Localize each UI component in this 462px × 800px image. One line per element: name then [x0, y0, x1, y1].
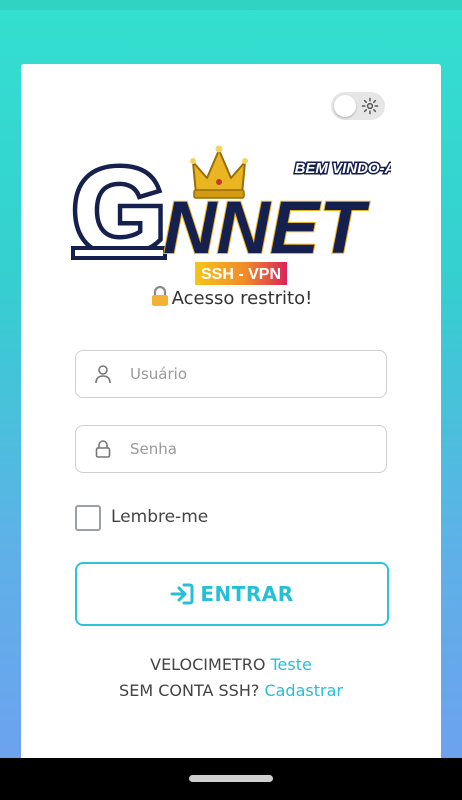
toggle-knob [334, 95, 356, 117]
login-card: BEM VINDO-A G NNET SSH - VPN Acesso rest… [21, 64, 441, 764]
user-icon [95, 365, 111, 384]
lock-icon [95, 440, 111, 458]
home-gesture-handle[interactable] [189, 775, 273, 782]
theme-toggle[interactable] [331, 92, 385, 120]
enter-label: ENTRAR [200, 582, 294, 606]
status-bar [0, 0, 462, 10]
speedtest-prefix: VELOCIMETRO [150, 655, 266, 674]
password-input[interactable] [128, 426, 372, 472]
username-input[interactable] [128, 351, 372, 397]
enter-button[interactable]: ENTRAR [75, 562, 389, 626]
restricted-notice: Acesso restrito! [21, 286, 441, 309]
username-field[interactable] [75, 350, 387, 398]
speedtest-link[interactable]: Teste [271, 655, 312, 674]
login-arrow-icon [170, 583, 194, 605]
signup-link[interactable]: Cadastrar [264, 681, 343, 700]
restricted-text: Acesso restrito! [171, 288, 313, 309]
signup-prefix: SEM CONTA SSH? [119, 681, 260, 700]
system-nav-bar [0, 758, 462, 800]
crown-icon [190, 145, 248, 199]
signup-line: SEM CONTA SSH? Cadastrar [21, 681, 441, 700]
password-field[interactable] [75, 425, 387, 473]
speedtest-line: VELOCIMETRO Teste [21, 655, 441, 674]
logo-wordmark: NNET [163, 186, 370, 269]
brand-logo: BEM VINDO-A G NNET SSH - VPN [71, 140, 391, 285]
welcome-text: BEM VINDO-A [295, 160, 391, 177]
tagline-text: SSH - VPN [201, 266, 281, 283]
remember-label: Lembre-me [111, 507, 209, 527]
padlock-icon [151, 286, 168, 306]
remember-checkbox[interactable] [75, 505, 101, 531]
gear-icon [361, 97, 379, 115]
